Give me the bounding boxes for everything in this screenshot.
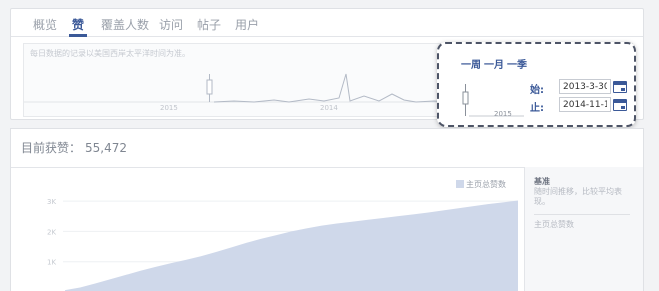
- start-date-input[interactable]: [559, 79, 611, 94]
- benchmark-description: 随时间推移，比较平均表现。: [534, 187, 622, 206]
- insights-tabs: 概览 赞 覆盖人数 访问 帖子 用户: [11, 9, 643, 37]
- tab-likes[interactable]: 赞: [72, 16, 84, 33]
- total-likes: 目前获赞： 55,472: [21, 139, 127, 156]
- end-date-label: 止:: [530, 103, 544, 114]
- total-likes-value: 55,472: [85, 141, 128, 155]
- likes-area-series: [65, 200, 518, 291]
- y-tick-label: 2K: [47, 228, 56, 236]
- tab-posts[interactable]: 帖子: [197, 16, 221, 33]
- likes-area-chart: 3K 2K 1K 主页总赞数: [23, 171, 521, 291]
- legend-label: 主页总赞数: [466, 180, 506, 189]
- date-range-popup: 一周 一月 一季 2015 始: 止:: [437, 42, 636, 127]
- tab-overview[interactable]: 概览: [33, 16, 57, 33]
- tab-reach[interactable]: 覆盖人数: [101, 16, 149, 33]
- chart-legend: 主页总赞数: [456, 179, 506, 190]
- end-date-input[interactable]: [559, 97, 611, 112]
- y-tick-label: 1K: [47, 259, 56, 267]
- benchmark-panel: 基准 随时间推移，比较平均表现。 主页总赞数: [524, 167, 643, 291]
- tab-visits[interactable]: 访问: [159, 16, 183, 33]
- total-likes-label: 目前获赞：: [21, 141, 82, 155]
- start-calendar-icon[interactable]: [613, 81, 627, 93]
- likes-main-panel: 目前获赞： 55,472 3K 2K 1K 主页总赞数 基准 随时间推移，比较平均表现…: [10, 128, 644, 291]
- benchmark-title: 基准: [534, 177, 550, 186]
- tab-users[interactable]: 用户: [235, 16, 259, 33]
- likes-chart-svg: 3K 2K 1K: [47, 198, 518, 291]
- benchmark-metric[interactable]: 主页总赞数: [534, 219, 574, 230]
- legend-swatch: [456, 180, 464, 188]
- overview-year-label: 2015: [160, 104, 178, 112]
- start-date-label: 始:: [530, 85, 544, 96]
- benchmark-divider: [534, 214, 630, 215]
- y-tick-label: 3K: [47, 198, 56, 206]
- active-tab-indicator: [69, 34, 87, 37]
- end-calendar-icon[interactable]: [613, 99, 627, 111]
- popup-year-label: 2015: [494, 110, 512, 118]
- overview-year-label: 2014: [320, 104, 338, 112]
